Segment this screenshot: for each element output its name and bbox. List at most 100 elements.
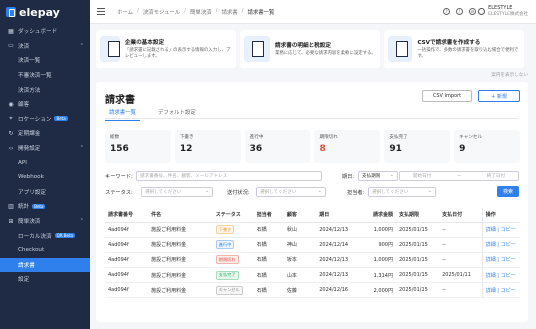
guide-description: 一括操作で、多数の請求書を取り込む場合で便利です。 (417, 48, 519, 59)
brand-logo[interactable]: elepay (0, 0, 90, 24)
sidebar-item[interactable]: ▥ 統計 Beta (0, 199, 90, 214)
sidebar-item[interactable]: 設定 (0, 272, 90, 287)
search-button[interactable]: 検索 (497, 186, 519, 197)
stat-card[interactable]: 期限切れ 8 (314, 130, 381, 163)
cell-paid: -- (439, 222, 483, 238)
guide-card[interactable]: 企業の基本設定 「請求書に記載される」の表示する情報の入力し、プレビューします。 (96, 30, 236, 68)
sidebar-item[interactable]: 決済一覧 (0, 53, 90, 68)
sidebar-item[interactable]: ▦ ダッシュボード (0, 24, 90, 39)
stat-label: 進行中 (249, 135, 264, 140)
cell-ops[interactable]: 詳細 | コピー (481, 252, 520, 269)
beta-badge: Beta (54, 116, 68, 122)
breadcrumb-item[interactable]: ホーム (117, 8, 133, 16)
cell-due: 2025/01/15 (395, 252, 440, 269)
sidebar: elepay ▦ ダッシュボード ▭ 決済 ⌃ 決済一覧 不審決済一覧 決済方法 ◉ 顧客 ⌖ ロケー… (0, 0, 90, 329)
stat-value: 8 (319, 144, 326, 154)
row-actions-links[interactable]: 詳細 | コピー (486, 257, 516, 263)
sidebar-item-label: 顧客 (18, 102, 30, 109)
start-date[interactable]: 開始日付 (413, 173, 431, 179)
sidebar-item[interactable]: アプリ設定 (0, 185, 90, 200)
sidebar-item[interactable]: ⌖ ロケーション Beta (0, 112, 90, 127)
cell-id: 4ad094f (105, 282, 149, 299)
end-date[interactable]: 終了日付 (487, 173, 505, 179)
stat-label: 支払完了 (389, 135, 408, 140)
owner-select[interactable]: 選択してください (368, 187, 436, 197)
sidebar-item[interactable]: Webhook (0, 170, 90, 185)
settings-icon[interactable]: ⚙ (469, 8, 476, 15)
sidebar-item[interactable]: 請求書 (0, 257, 90, 273)
row-actions-links[interactable]: 詳細 | コピー (486, 227, 516, 233)
notification-icon[interactable]: ! (456, 8, 463, 15)
sidebar-item[interactable]: Checkout (0, 243, 90, 258)
stat-card[interactable]: 支払完了 91 (384, 130, 451, 163)
sidebar-item-label: 開発設定 (18, 146, 41, 153)
row-actions-links[interactable]: 詳細 | コピー (486, 273, 516, 279)
row-actions-links[interactable]: 詳細 | コピー (486, 288, 516, 294)
table-row[interactable]: 4ad094f 施設ご利用料金 下書き 石橋 秋山 2024/12/13 1,000円 202… (105, 222, 520, 238)
new-invoice-button[interactable]: + 新規 (478, 90, 520, 102)
cell-ops[interactable]: 詳細 | コピー (481, 222, 520, 238)
breadcrumb-separator: / (241, 7, 244, 14)
sidebar-item[interactable]: API (0, 155, 90, 170)
invoice-panel: 請求書 CSV Import + 新規 請求書一覧 デフォルト設定 総数 156 下書… (96, 82, 528, 322)
cell-ops[interactable]: 詳細 | コピー (481, 282, 520, 299)
stat-card[interactable]: 進行中 36 (244, 130, 311, 163)
sidebar-item[interactable]: ‹› 開発設定 ⌃ (0, 141, 90, 156)
csv-import-button[interactable]: CSV Import (422, 90, 472, 102)
column-header: 顧客 (283, 208, 317, 223)
cell-id: 4ad094f (105, 237, 149, 253)
sidebar-item[interactable]: ▭ 決済 ⌃ (0, 39, 90, 54)
sidebar-item[interactable]: ⊞ 簡単決済 ⌃ (0, 214, 90, 229)
breadcrumb-item[interactable]: 請求書 (221, 8, 237, 16)
sidebar-item[interactable]: 不審決済一覧 (0, 68, 90, 83)
guide-cards: 企業の基本設定 「請求書に記載される」の表示する情報の入力し、プレビューします。請… (96, 30, 524, 68)
sidebar-item-label: 定期課金 (18, 131, 41, 138)
table-row[interactable]: 4ad094f 施設ご利用料金 キャンセル 石橋 佐藤 2024/12/16 2,000円 2… (105, 282, 520, 299)
stat-card[interactable]: 総数 156 (105, 130, 171, 163)
keyword-input[interactable]: 請求書番号、件名、顧客、メールアドレス (136, 171, 322, 181)
guide-card[interactable]: CSVで請求書を作成する 一括操作で、多数の請求書を取り込む場合で便利です。 (384, 30, 524, 68)
cell-amount: 900円 (357, 237, 396, 253)
guide-card[interactable]: 請求書の明細と税設定 業務に応じて、必要な請求内容を柔軟に設定する。 (240, 30, 380, 68)
chevron-up-icon: ⌃ (79, 145, 84, 152)
user-menu[interactable]: ELESTYLE ELESTYLE株式会社 (478, 5, 528, 18)
status-badge: 下書き (215, 225, 235, 235)
stat-value: 156 (110, 144, 129, 154)
send-status-label: 送付状況: (227, 190, 250, 196)
hide-guide-link[interactable]: 案内を表示しない (491, 72, 528, 78)
help-icon[interactable]: ? (443, 8, 450, 15)
sidebar-item-label: API (18, 159, 27, 166)
cell-paid: -- (439, 237, 483, 253)
cell-ops[interactable]: 詳細 | コピー (481, 237, 520, 253)
cell-status: 下書き (212, 222, 254, 238)
sidebar-item[interactable]: ◉ 顧客 (0, 97, 90, 112)
table-row[interactable]: 4ad094f 施設ご利用料金 期限切れ 石橋 坂本 2024/12/13 1,000円 20… (105, 252, 520, 269)
status-select[interactable]: 選択してください (141, 187, 213, 197)
breadcrumb-item[interactable]: 決済モジュール (143, 8, 180, 16)
tab-divider (105, 118, 519, 119)
menu-toggle-icon[interactable] (97, 7, 105, 16)
cell-owner: 石橋 (253, 282, 284, 299)
cell-paid: -- (439, 252, 483, 269)
sidebar-item[interactable]: 決済方法 (0, 82, 90, 97)
cell-customer: 秋山 (283, 222, 317, 238)
sidebar-item-label: Checkout (18, 247, 45, 254)
date-type-select[interactable]: 支払期限 (358, 171, 398, 181)
sidebar-item-label: 決済 (18, 43, 30, 50)
row-actions-links[interactable]: 詳細 | コピー (486, 242, 516, 248)
owner-label: 担当者: (347, 190, 365, 196)
breadcrumb-item[interactable]: 簡単決済 (190, 8, 212, 16)
sidebar-item[interactable]: ローカル決済 QR Beta (0, 228, 90, 243)
stat-card[interactable]: キャンセル 9 (454, 130, 520, 163)
cell-amount: 1,000円 (357, 252, 396, 269)
cell-subject: 施設ご利用料金 (148, 282, 213, 299)
table-row[interactable]: 4ad094f 施設ご利用料金 進行中 石橋 神山 2024/12/14 900円 2025/… (105, 237, 520, 253)
date-range-input[interactable]: 開始日付 ~ 終了日付 (399, 171, 519, 181)
cell-subject: 施設ご利用料金 (148, 252, 213, 269)
table-row[interactable]: 4ad094f 施設ご利用料金 支払完了 石橋 山本 2024/12/13 1,314円 20… (105, 267, 520, 284)
send-status-select[interactable]: 選択してください (256, 187, 326, 197)
sidebar-item[interactable]: ↻ 定期課金 (0, 126, 90, 141)
column-header: 期日 (316, 208, 358, 223)
cell-ops[interactable]: 詳細 | コピー (481, 267, 520, 284)
stat-card[interactable]: 下書き 12 (174, 130, 241, 163)
